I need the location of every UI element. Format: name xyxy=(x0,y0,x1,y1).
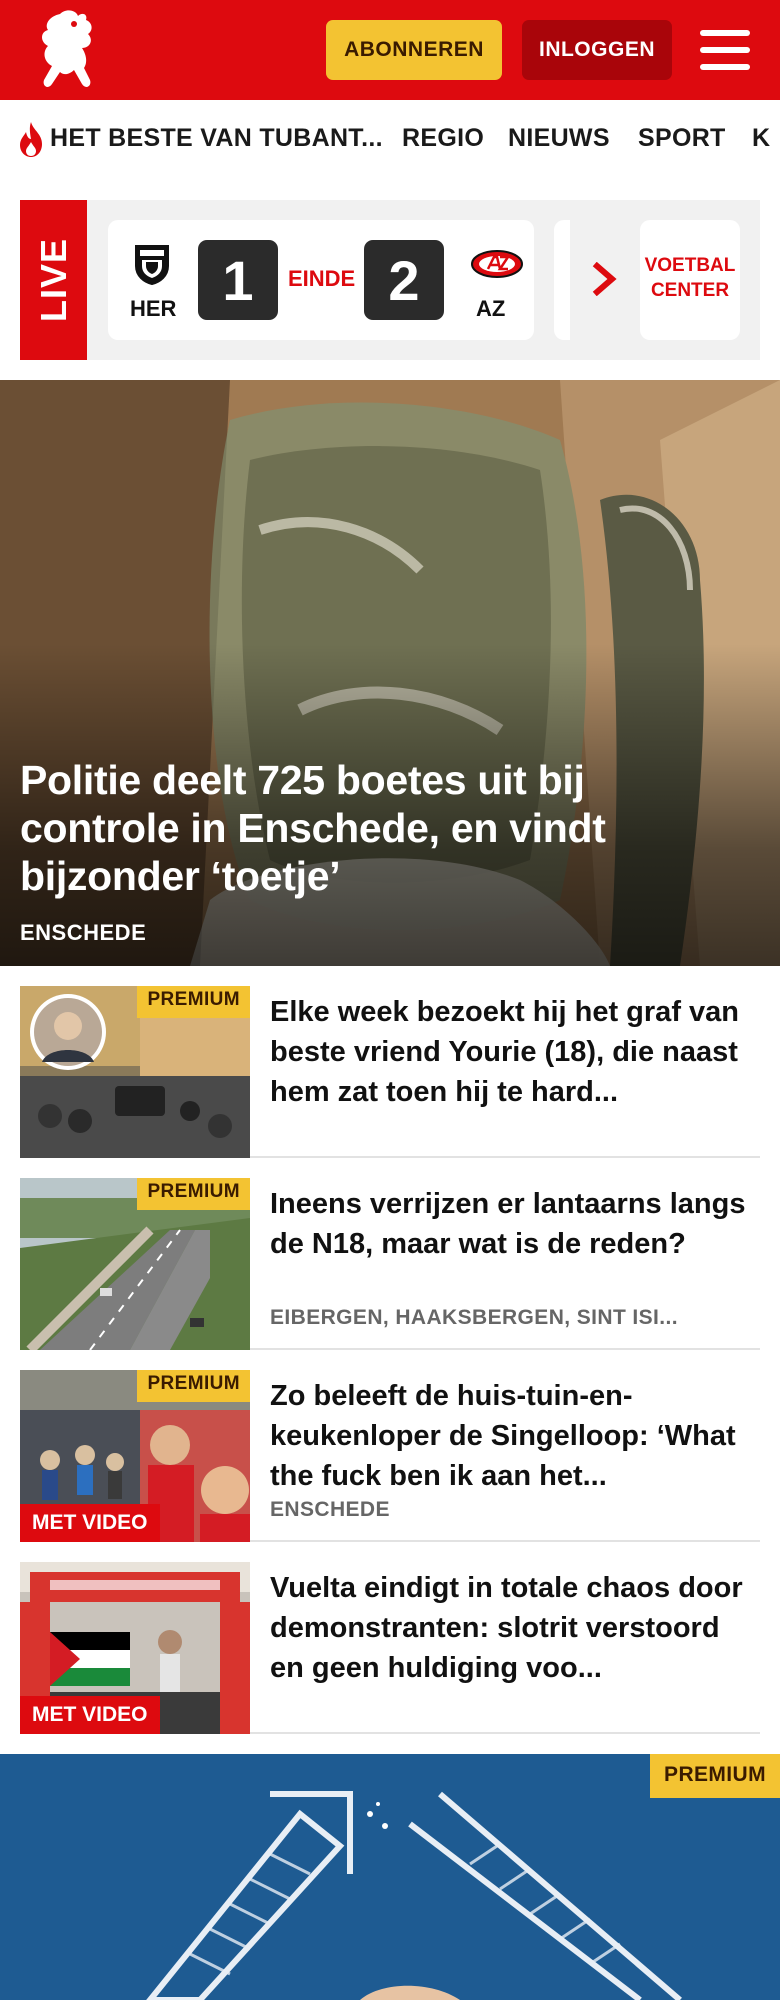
nav-item-more[interactable]: K xyxy=(752,124,770,153)
chevron-right-icon[interactable] xyxy=(590,262,620,296)
nav-item-best-of[interactable]: HET BESTE VAN TUBANT... xyxy=(50,124,383,153)
article-location: ENSCHEDE xyxy=(270,1498,390,1521)
article-thumbnail: PREMIUM xyxy=(20,1178,250,1350)
az-crest xyxy=(471,250,523,278)
video-badge: MET VIDEO xyxy=(20,1504,160,1542)
article-thumbnail: PREMIUM MET VIDEO xyxy=(20,1370,250,1542)
live-scoreboard: LIVE HER 1 EINDE 2 AZ VOETBAL CENTER xyxy=(20,200,760,360)
promo-article[interactable]: PREMIUM xyxy=(0,1754,780,2000)
match-card[interactable]: HER 1 EINDE 2 AZ xyxy=(108,220,534,340)
next-match-card[interactable] xyxy=(554,220,570,340)
premium-badge: PREMIUM xyxy=(137,986,250,1018)
list-item[interactable]: PREMIUM Ineens verrijzen er lantaarns la… xyxy=(20,1158,760,1350)
heracles-crest xyxy=(135,245,169,286)
away-score: 2 xyxy=(364,240,444,320)
premium-badge: PREMIUM xyxy=(650,1754,780,1798)
video-badge: MET VIDEO xyxy=(20,1696,160,1734)
hero-title[interactable]: Politie deelt 725 boetes uit bij control… xyxy=(20,756,670,900)
match-status: EINDE xyxy=(288,266,356,291)
article-thumbnail: PREMIUM xyxy=(20,986,250,1158)
list-item[interactable]: PREMIUM MET VIDEO Zo beleeft de huis-tui… xyxy=(20,1350,760,1542)
article-title[interactable]: Vuelta eindigt in totale chaos door demo… xyxy=(270,1568,750,1688)
football-center-link[interactable]: VOETBAL CENTER xyxy=(640,220,740,340)
hero-location: ENSCHEDE xyxy=(20,920,147,945)
article-title[interactable]: Zo beleeft de huis-tuin-en-keukenloper d… xyxy=(270,1376,750,1496)
article-title[interactable]: Ineens verrijzen er lantaarns langs de N… xyxy=(270,1184,750,1304)
away-team: AZ xyxy=(476,296,506,321)
hero-article[interactable]: Politie deelt 725 boetes uit bij control… xyxy=(0,380,780,966)
article-thumbnail: MET VIDEO xyxy=(20,1562,250,1734)
premium-badge: PREMIUM xyxy=(137,1370,250,1402)
main-nav: HET BESTE VAN TUBANT... REGIO NIEUWS SPO… xyxy=(0,100,780,180)
home-team: HER xyxy=(130,296,177,321)
site-header: ABONNEREN INLOGGEN xyxy=(0,0,780,100)
list-item[interactable]: PREMIUM Elke week bezoekt hij het graf v… xyxy=(20,966,760,1158)
premium-badge: PREMIUM xyxy=(137,1178,250,1210)
flame-icon xyxy=(20,122,42,157)
home-score: 1 xyxy=(198,240,278,320)
nav-item-sport[interactable]: SPORT xyxy=(638,124,726,153)
subscribe-button[interactable]: ABONNEREN xyxy=(326,20,502,80)
login-button[interactable]: INLOGGEN xyxy=(522,20,672,80)
menu-icon[interactable] xyxy=(700,28,750,72)
list-item[interactable]: MET VIDEO Vuelta eindigt in totale chaos… xyxy=(20,1542,760,1734)
nav-item-nieuws[interactable]: NIEUWS xyxy=(508,124,610,153)
article-title[interactable]: Elke week bezoekt hij het graf van beste… xyxy=(270,992,750,1112)
twente-horse-logo[interactable] xyxy=(30,6,110,94)
nav-item-regio[interactable]: REGIO xyxy=(402,124,484,153)
live-tag: LIVE xyxy=(20,200,87,360)
article-location: EIBERGEN, HAAKSBERGEN, SINT ISI... xyxy=(270,1306,678,1329)
